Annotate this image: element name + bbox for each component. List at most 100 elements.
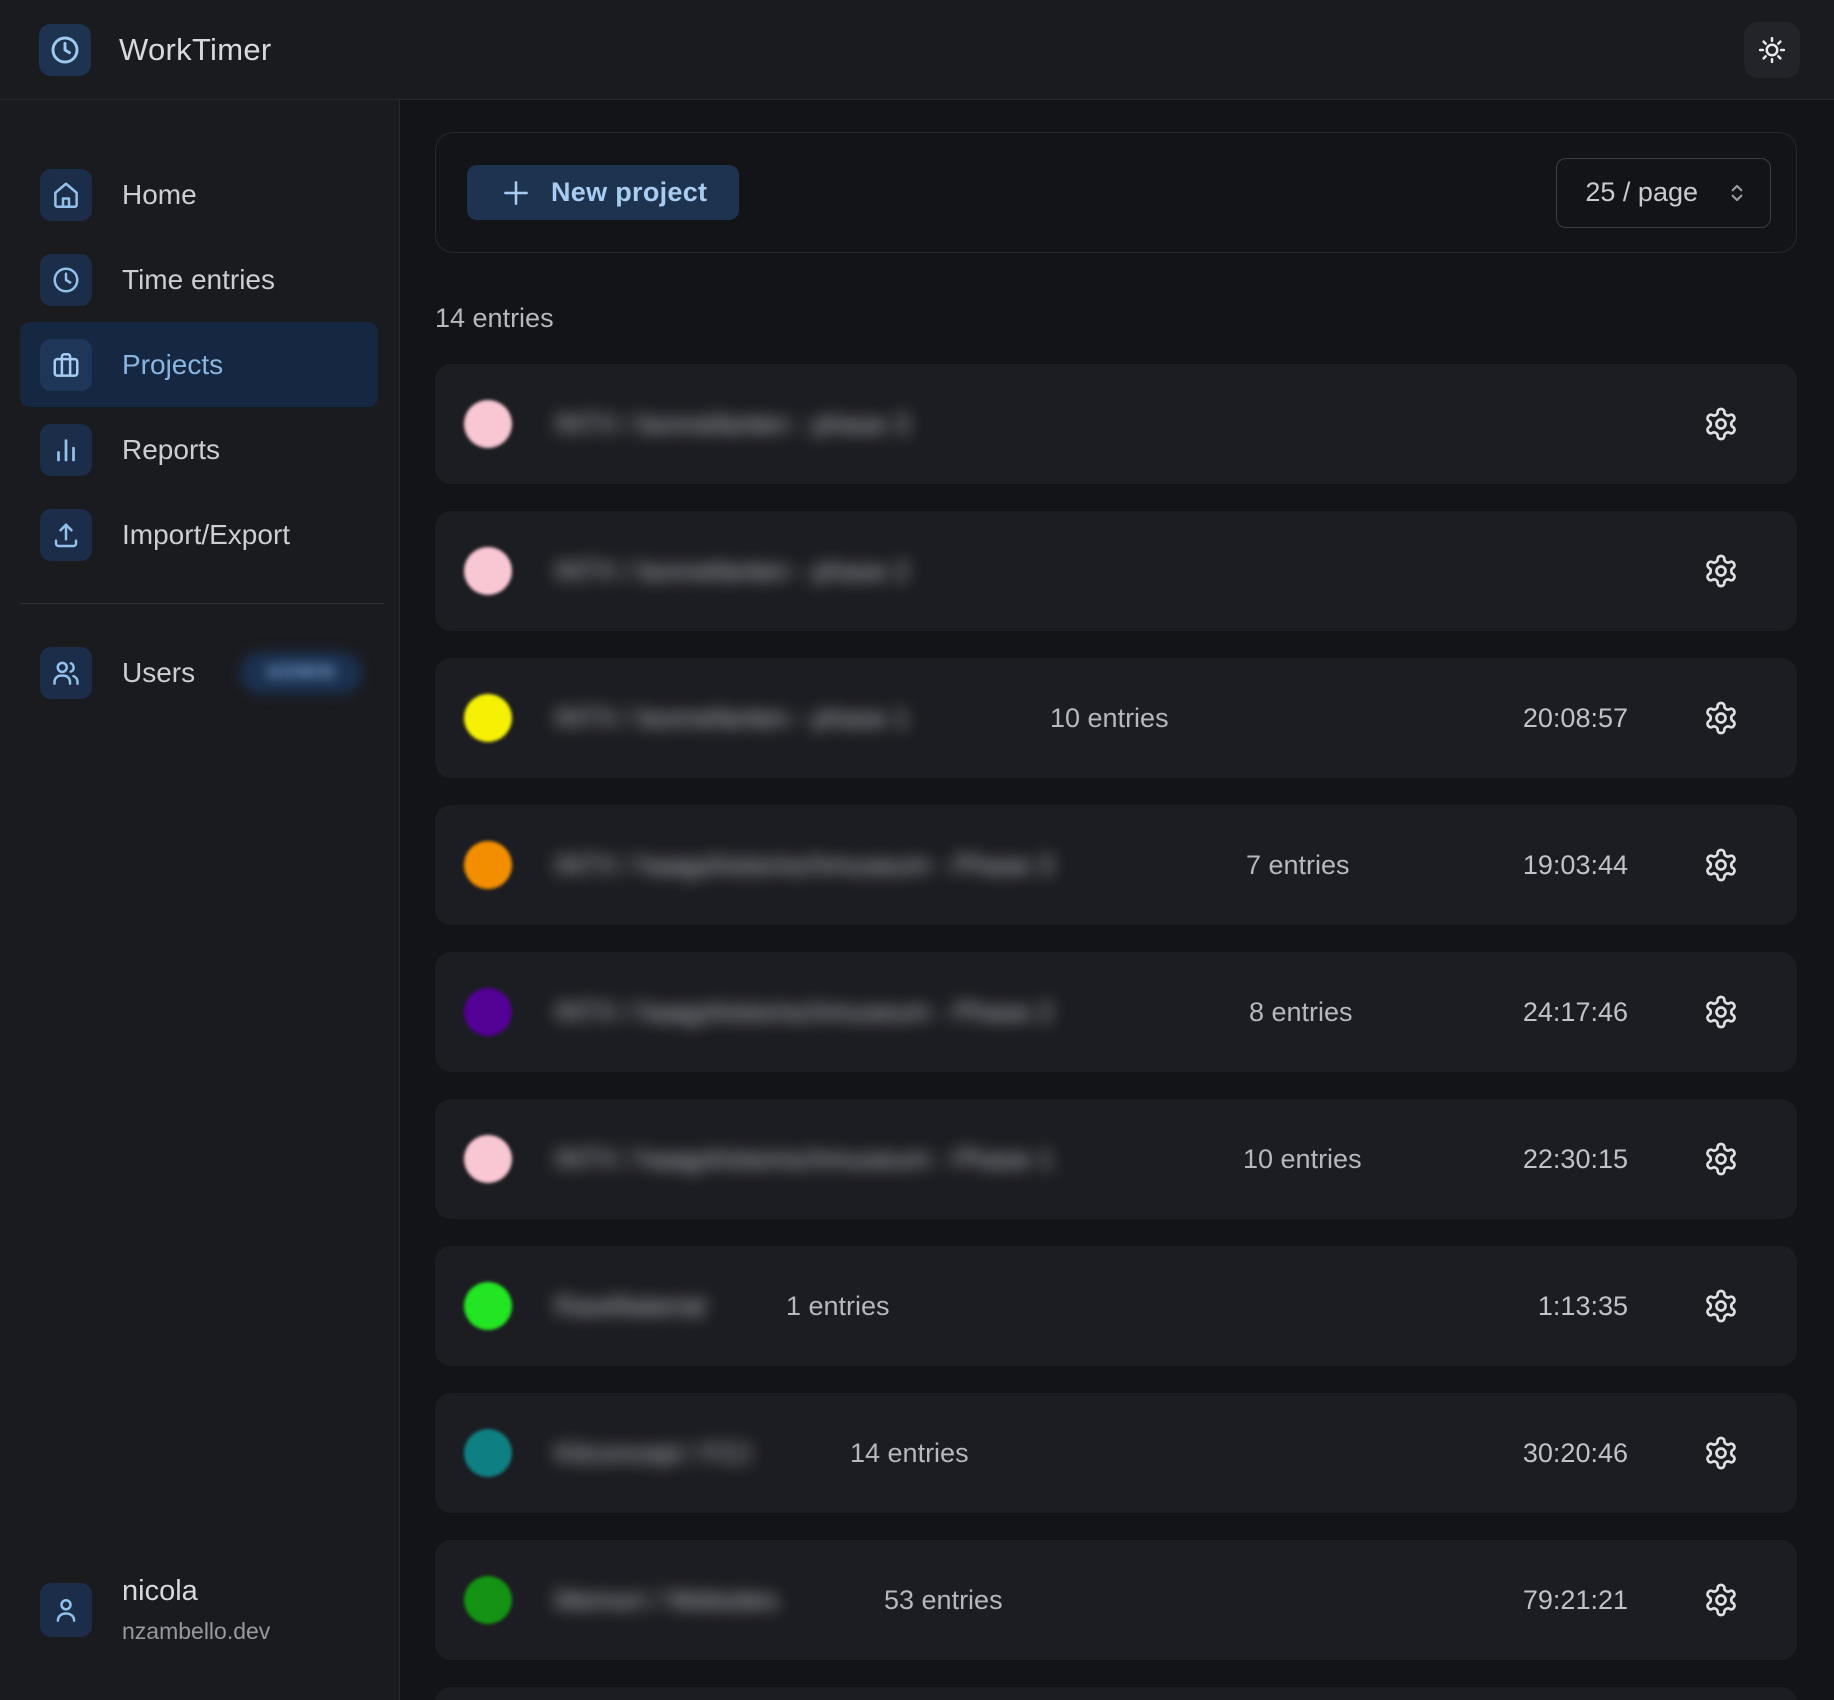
project-color-dot — [464, 1576, 512, 1624]
project-settings-button[interactable] — [1703, 700, 1739, 736]
project-entries-count: 10 entries — [1050, 703, 1169, 734]
main-content: New project 25 / page 14 entries INTX / … — [400, 100, 1834, 1700]
entries-count-label: 14 entries — [435, 303, 1797, 334]
project-total-time: 24:17:46 — [1523, 997, 1628, 1028]
plus-icon — [499, 176, 533, 210]
project-total-time: 20:08:57 — [1523, 703, 1628, 734]
profile-texts: nicola nzambello.dev — [122, 1575, 270, 1645]
project-name: INTX / bonnefanten - phase 1 — [555, 703, 1005, 734]
project-settings-button[interactable] — [1703, 1435, 1739, 1471]
sidebar-item-label: Users — [122, 657, 195, 689]
clock-icon — [40, 254, 92, 306]
project-entries-count: 10 entries — [1243, 1144, 1362, 1175]
theme-toggle-button[interactable] — [1744, 22, 1800, 78]
upload-icon — [40, 509, 92, 561]
project-row[interactable]: RawMaterial 1 entries 1:13:35 — [435, 1246, 1797, 1366]
chevron-up-down-icon — [1724, 180, 1750, 206]
gear-icon — [1703, 994, 1739, 1030]
project-settings-button[interactable] — [1703, 1141, 1739, 1177]
sidebar-divider — [20, 603, 384, 604]
project-row[interactable]: Memori / Websites 53 entries 79:21:21 — [435, 1540, 1797, 1660]
gear-icon — [1703, 1141, 1739, 1177]
project-entries-count: 53 entries — [884, 1585, 1003, 1616]
project-entries-count: 8 entries — [1249, 997, 1353, 1028]
sidebar-item-label: Reports — [122, 434, 220, 466]
project-name: RawMaterial — [555, 1291, 741, 1322]
gear-icon — [1703, 847, 1739, 883]
project-settings-button[interactable] — [1703, 1288, 1739, 1324]
briefcase-icon — [40, 339, 92, 391]
project-settings-button[interactable] — [1703, 1582, 1739, 1618]
project-entries-count: 7 entries — [1246, 850, 1350, 881]
gear-icon — [1703, 1435, 1739, 1471]
gear-icon — [1703, 700, 1739, 736]
project-name: INTX / haagshistorischmuseum - Phase 1 — [555, 1144, 1198, 1175]
sidebar-item-home[interactable]: Home — [20, 152, 378, 237]
profile-name: nicola — [122, 1575, 270, 1608]
sidebar-nav: Home Time entries Projects Reports Import/Ex… — [0, 152, 399, 577]
project-name: INTX / haagshistorischmuseum - Phase 3 — [555, 850, 1201, 881]
app-title: WorkTimer — [119, 32, 272, 68]
project-row[interactable]: INTX / haagshistorischmuseum - Phase 3 7… — [435, 805, 1797, 925]
gear-icon — [1703, 1288, 1739, 1324]
project-color-dot — [464, 988, 512, 1036]
sidebar-item-label: Import/Export — [122, 519, 290, 551]
sidebar: Home Time entries Projects Reports Import/Ex… — [0, 100, 400, 1700]
project-name: Memori / Websites — [555, 1585, 839, 1616]
project-entries-count: 14 entries — [850, 1438, 969, 1469]
sun-icon — [1757, 35, 1787, 65]
projects-toolbar: New project 25 / page — [435, 132, 1797, 253]
new-project-label: New project — [551, 177, 707, 208]
project-total-time: 1:13:35 — [1538, 1291, 1628, 1322]
project-settings-button[interactable] — [1703, 406, 1739, 442]
project-settings-button[interactable] — [1703, 847, 1739, 883]
project-color-dot — [464, 547, 512, 595]
project-color-dot — [464, 1429, 512, 1477]
project-total-time: 22:30:15 — [1523, 1144, 1628, 1175]
new-project-button[interactable]: New project — [467, 165, 739, 220]
project-name: INTX / bonnefanten - phase 2 — [555, 556, 1013, 587]
project-entries-count: 1 entries — [786, 1291, 890, 1322]
project-list: INTX / bonnefanten - phase 3 INTX / bonn… — [435, 364, 1797, 1700]
gear-icon — [1703, 553, 1739, 589]
project-row[interactable]: INTX / bonnefanten - phase 1 10 entries … — [435, 658, 1797, 778]
project-name: INTX / bonnefanten - phase 3 — [555, 409, 1013, 440]
sidebar-item-label: Home — [122, 179, 197, 211]
sidebar-item-users[interactable]: Users ADMIN — [20, 630, 378, 715]
project-color-dot — [464, 400, 512, 448]
project-total-time: 30:20:46 — [1523, 1438, 1628, 1469]
project-settings-button[interactable] — [1703, 553, 1739, 589]
admin-badge: ADMIN — [240, 652, 362, 694]
project-color-dot — [464, 1135, 512, 1183]
page-size-value: 25 / page — [1585, 177, 1698, 208]
project-row[interactable] — [435, 1687, 1797, 1700]
project-name: INTX / haagshistorischmuseum - Phase 2 — [555, 997, 1204, 1028]
project-row[interactable]: INTX / bonnefanten - phase 2 — [435, 511, 1797, 631]
sidebar-item-label: Time entries — [122, 264, 275, 296]
project-name: Kitconcept / FZJ — [555, 1438, 805, 1469]
sidebar-item-import-export[interactable]: Import/Export — [20, 492, 378, 577]
gear-icon — [1703, 406, 1739, 442]
project-color-dot — [464, 841, 512, 889]
sidebar-item-reports[interactable]: Reports — [20, 407, 378, 492]
bar-chart-icon — [40, 424, 92, 476]
app-logo — [39, 24, 91, 76]
project-color-dot — [464, 1282, 512, 1330]
app-header: WorkTimer — [0, 0, 1834, 100]
gear-icon — [1703, 1582, 1739, 1618]
user-profile[interactable]: nicola nzambello.dev — [0, 1575, 399, 1645]
clock-logo-icon — [49, 34, 81, 66]
home-icon — [40, 169, 92, 221]
project-row[interactable]: INTX / bonnefanten - phase 3 — [435, 364, 1797, 484]
project-row[interactable]: INTX / haagshistorischmuseum - Phase 1 1… — [435, 1099, 1797, 1219]
user-icon — [40, 1583, 92, 1637]
page-size-select[interactable]: 25 / page — [1556, 158, 1771, 228]
sidebar-item-projects[interactable]: Projects — [20, 322, 378, 407]
project-total-time: 79:21:21 — [1523, 1585, 1628, 1616]
project-row[interactable]: INTX / haagshistorischmuseum - Phase 2 8… — [435, 952, 1797, 1072]
sidebar-item-time-entries[interactable]: Time entries — [20, 237, 378, 322]
project-settings-button[interactable] — [1703, 994, 1739, 1030]
project-row[interactable]: Kitconcept / FZJ 14 entries 30:20:46 — [435, 1393, 1797, 1513]
sidebar-spacer — [0, 715, 399, 1575]
profile-domain: nzambello.dev — [122, 1618, 270, 1645]
